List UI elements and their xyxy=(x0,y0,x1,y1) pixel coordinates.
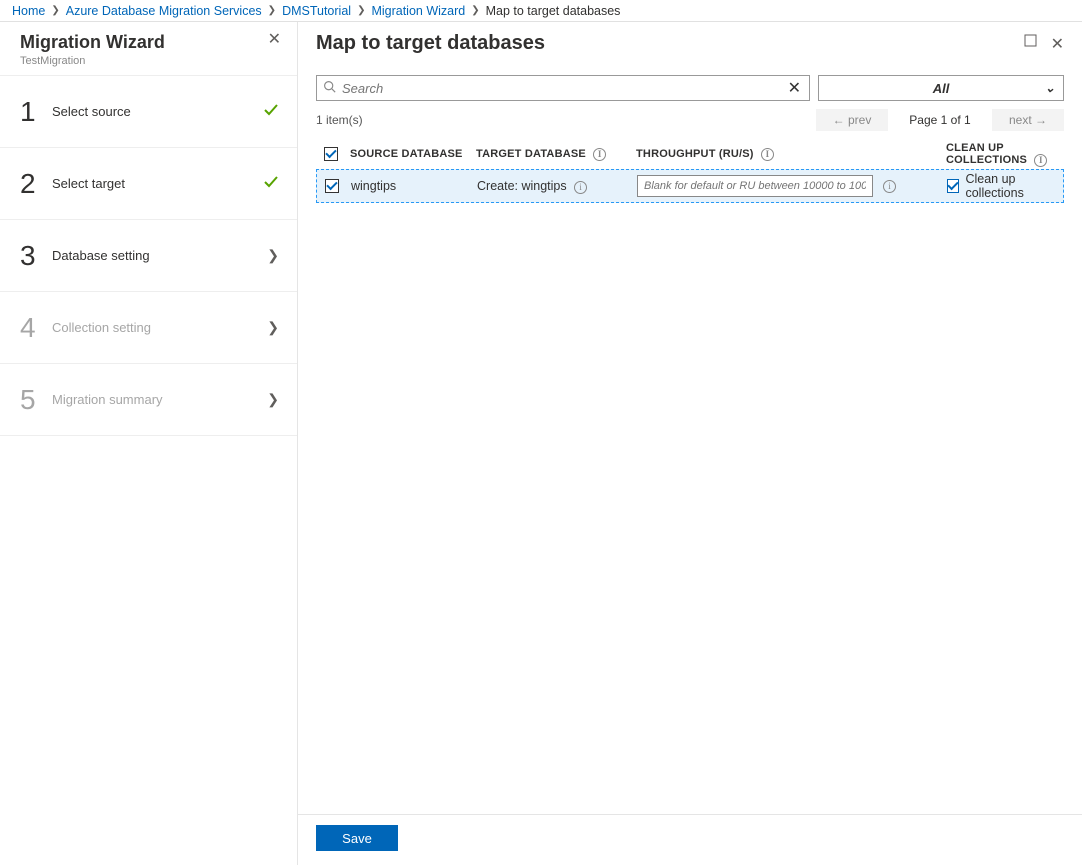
cleanup-label: Clean up collections xyxy=(965,172,1063,200)
breadcrumb-link-wizard[interactable]: Migration Wizard xyxy=(371,4,465,18)
search-input-wrapper: ✕ xyxy=(316,75,810,101)
save-button[interactable]: Save xyxy=(316,825,398,851)
content-pane: Map to target databases ✕ ✕ All ⌄ xyxy=(298,22,1082,865)
breadcrumb: Home ❯ Azure Database Migration Services… xyxy=(0,0,1082,22)
chevron-down-icon: ⌄ xyxy=(1045,81,1055,95)
breadcrumb-link-resource[interactable]: DMSTutorial xyxy=(282,4,351,18)
check-icon xyxy=(261,102,279,121)
table-header: Source database Target database i Throug… xyxy=(316,139,1064,169)
info-icon[interactable]: i xyxy=(761,148,774,161)
step-label: Database setting xyxy=(48,248,261,263)
close-icon[interactable]: ✕ xyxy=(268,32,281,48)
wizard-step-select-source[interactable]: 1 Select source xyxy=(0,76,297,148)
table-row[interactable]: wingtips Create: wingtips i i Clean up c… xyxy=(316,169,1064,203)
step-number: 1 xyxy=(20,96,48,128)
chevron-right-icon: ❯ xyxy=(261,247,279,264)
col-target-database: Target database xyxy=(476,148,586,160)
maximize-icon[interactable] xyxy=(1024,34,1037,54)
step-label: Collection setting xyxy=(48,320,261,335)
next-page-button[interactable]: next → xyxy=(992,109,1064,131)
wizard-title: Migration Wizard xyxy=(20,32,165,53)
col-throughput: Throughput (RU/s) xyxy=(636,148,754,160)
info-icon[interactable]: i xyxy=(1034,154,1047,167)
step-label: Migration summary xyxy=(48,392,261,407)
info-icon[interactable]: i xyxy=(574,181,587,194)
prev-page-button[interactable]: ← prev xyxy=(816,109,888,131)
chevron-right-icon: ❯ xyxy=(268,5,276,16)
filter-dropdown[interactable]: All ⌄ xyxy=(818,75,1064,101)
info-icon[interactable]: i xyxy=(593,148,606,161)
col-source-database: Source database xyxy=(346,148,476,160)
breadcrumb-link-home[interactable]: Home xyxy=(12,4,45,18)
chevron-right-icon: ❯ xyxy=(471,5,479,16)
filter-value: All xyxy=(933,81,950,96)
clear-search-icon[interactable]: ✕ xyxy=(786,78,803,98)
chevron-right-icon: ❯ xyxy=(261,319,279,336)
step-number: 2 xyxy=(20,168,48,200)
row-source-database: wingtips xyxy=(347,179,477,193)
check-icon xyxy=(261,174,279,193)
step-label: Select source xyxy=(48,104,261,119)
wizard-step-database-setting[interactable]: 3 Database setting ❯ xyxy=(0,220,297,292)
step-number: 3 xyxy=(20,240,48,272)
chevron-right-icon: ❯ xyxy=(357,5,365,16)
chevron-right-icon: ❯ xyxy=(261,391,279,408)
pager: ← prev Page 1 of 1 next → xyxy=(816,109,1064,131)
info-icon[interactable]: i xyxy=(883,180,896,193)
breadcrumb-link-service[interactable]: Azure Database Migration Services xyxy=(66,4,262,18)
item-count: 1 item(s) xyxy=(316,113,363,127)
page-title: Map to target databases xyxy=(316,32,545,55)
search-input[interactable] xyxy=(342,81,786,96)
step-number: 4 xyxy=(20,312,48,344)
row-checkbox[interactable] xyxy=(325,179,339,193)
select-all-checkbox[interactable] xyxy=(324,147,338,161)
search-icon xyxy=(323,80,336,96)
row-target-database: Create: wingtips xyxy=(477,179,567,193)
step-label: Select target xyxy=(48,176,261,191)
page-info: Page 1 of 1 xyxy=(888,113,992,127)
chevron-right-icon: ❯ xyxy=(51,5,59,16)
cleanup-checkbox[interactable] xyxy=(947,179,959,193)
breadcrumb-current: Map to target databases xyxy=(486,4,621,18)
wizard-sidebar: Migration Wizard TestMigration ✕ 1 Selec… xyxy=(0,22,298,865)
step-number: 5 xyxy=(20,384,48,416)
wizard-step-migration-summary[interactable]: 5 Migration summary ❯ xyxy=(0,364,297,436)
wizard-step-select-target[interactable]: 2 Select target xyxy=(0,148,297,220)
col-cleanup: Clean up collections xyxy=(946,142,1027,166)
wizard-step-collection-setting[interactable]: 4 Collection setting ❯ xyxy=(0,292,297,364)
wizard-subtitle: TestMigration xyxy=(20,55,165,67)
close-icon[interactable]: ✕ xyxy=(1051,34,1064,54)
throughput-input[interactable] xyxy=(637,175,873,197)
